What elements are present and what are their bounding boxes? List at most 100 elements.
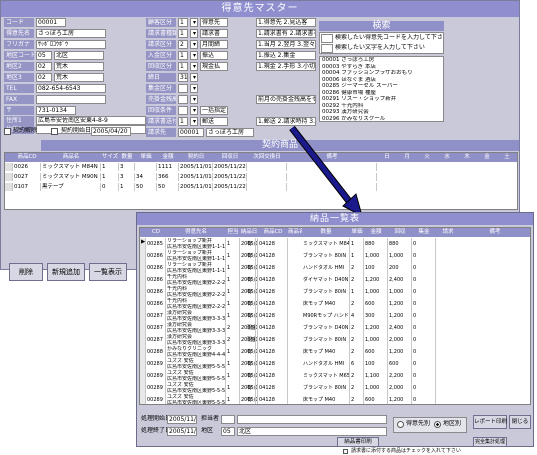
full-aggregate-button[interactable]: 完全集計処理 bbox=[473, 437, 507, 447]
field-value[interactable]: 082-654-6543 bbox=[36, 84, 106, 93]
grid-cell[interactable]: 1 bbox=[226, 250, 240, 262]
setting-name[interactable]: 得意先 bbox=[200, 18, 228, 27]
grid-cell[interactable]: 04128 bbox=[258, 310, 288, 322]
grid-cell[interactable]: 2 bbox=[350, 394, 364, 404]
grid-cell[interactable]: 0 bbox=[412, 334, 436, 346]
grid-cell[interactable]: 600 bbox=[364, 346, 388, 358]
grid-cell[interactable]: 100 bbox=[364, 358, 388, 370]
grid-cell[interactable]: 2 bbox=[350, 346, 364, 358]
area-name-input[interactable]: 北区 bbox=[237, 427, 387, 436]
grid-cell[interactable]: 2005/11/22 bbox=[213, 183, 247, 191]
grid-cell[interactable]: 2005/11/22 bbox=[213, 173, 247, 181]
grid-cell[interactable]: 00289 bbox=[146, 358, 166, 370]
field-value[interactable]: 広島市安佐南区安東4-8-9 bbox=[36, 116, 146, 125]
kind-cell[interactable]: 有 bbox=[246, 370, 256, 382]
grid-cell[interactable]: 1 bbox=[226, 394, 240, 404]
customer-address[interactable]: 広島市安佐南区東野5-5-5 bbox=[166, 400, 226, 404]
grid-cell[interactable]: 04128 bbox=[258, 394, 288, 404]
grid-cell[interactable]: 0 bbox=[412, 286, 436, 298]
grid-cell[interactable]: 04128 bbox=[258, 382, 288, 394]
grid-cell[interactable]: ハンドタオル HMI bbox=[302, 262, 350, 274]
grid-cell[interactable]: 1 bbox=[226, 346, 240, 358]
grid-cell[interactable]: 04128 bbox=[258, 370, 288, 382]
grid-cell[interactable]: 2 bbox=[226, 334, 240, 346]
field-value[interactable]: さっぽろ工房 bbox=[36, 29, 106, 38]
grid-cell[interactable]: 0 bbox=[412, 298, 436, 310]
grid-cell[interactable]: 00286 bbox=[146, 286, 166, 298]
setting-name[interactable]: 月間締 bbox=[200, 40, 228, 49]
grid-cell[interactable]: 04128 bbox=[258, 298, 288, 310]
grid-cell[interactable]: 880 bbox=[388, 238, 412, 250]
setting-code[interactable] bbox=[178, 106, 188, 115]
grid-cell[interactable]: 600 bbox=[388, 358, 412, 370]
grid-cell[interactable]: 1 bbox=[226, 274, 240, 286]
grid-cell[interactable]: 0107 bbox=[13, 183, 41, 191]
grid-cell[interactable] bbox=[247, 173, 287, 181]
grid-cell[interactable]: 1 bbox=[350, 286, 364, 298]
grid-cell[interactable]: 1,200 bbox=[364, 274, 388, 286]
grid-cell[interactable]: ブランマット 80iN bbox=[302, 382, 350, 394]
kind-cell[interactable]: 有 bbox=[246, 358, 256, 370]
grid-cell[interactable]: 2005/11/22 bbox=[213, 163, 247, 171]
grid-cell[interactable]: ブランマット D40N bbox=[302, 322, 350, 334]
grid-cell[interactable]: 1,000 bbox=[388, 286, 412, 298]
grid-cell[interactable] bbox=[287, 183, 377, 191]
grid-cell[interactable]: 0 bbox=[412, 274, 436, 286]
grid-cell[interactable]: 0 bbox=[412, 262, 436, 274]
close-button[interactable]: 閉じる bbox=[509, 415, 531, 429]
grid-cell[interactable]: ブランマット 80iN bbox=[302, 334, 350, 346]
grid-cell[interactable]: 1 bbox=[226, 262, 240, 274]
grid-cell[interactable]: 1,000 bbox=[364, 286, 388, 298]
grid-cell[interactable]: 600 bbox=[364, 394, 388, 404]
kind-cell[interactable]: 有 bbox=[246, 274, 256, 286]
grid-cell[interactable]: 04128 bbox=[258, 322, 288, 334]
kind-cell[interactable]: 有 bbox=[246, 250, 256, 262]
grid-cell[interactable]: 1 bbox=[101, 173, 119, 181]
grid-cell[interactable]: 2 bbox=[350, 274, 364, 286]
area-code-input[interactable]: 05 bbox=[221, 427, 235, 436]
grid-cell[interactable]: 04128 bbox=[258, 238, 288, 250]
radio-by-area[interactable] bbox=[434, 421, 441, 428]
grid-cell[interactable]: 04128 bbox=[258, 262, 288, 274]
grid-cell[interactable]: 200 bbox=[388, 262, 412, 274]
grid-cell[interactable]: 0026 bbox=[13, 163, 41, 171]
report-print-button[interactable]: レポート印刷 bbox=[473, 415, 507, 429]
grid-cell[interactable]: 04128 bbox=[258, 250, 288, 262]
dropdown-icon[interactable]: ▾ bbox=[190, 62, 198, 71]
grid-cell[interactable]: ミックスマット M84N bbox=[41, 163, 101, 171]
grid-cell[interactable]: 0 bbox=[412, 322, 436, 334]
grid-cell[interactable]: M90Rモップ ハンドル bbox=[302, 310, 350, 322]
contract-start-checkbox[interactable] bbox=[51, 128, 58, 135]
grid-cell[interactable]: 00286 bbox=[146, 262, 166, 274]
grid-cell[interactable]: 1 bbox=[226, 286, 240, 298]
grid-cell[interactable]: 黒テープ bbox=[41, 183, 101, 191]
grid-cell[interactable]: 1 bbox=[119, 183, 135, 191]
grid-cell[interactable]: 0 bbox=[412, 382, 436, 394]
dropdown-icon[interactable]: ▾ bbox=[190, 51, 198, 60]
kind-cell[interactable]: 有 bbox=[246, 394, 256, 404]
grid-cell[interactable]: 0 bbox=[412, 238, 436, 250]
grid-cell[interactable]: 1,000 bbox=[388, 250, 412, 262]
field-extra[interactable]: 荒木 bbox=[54, 73, 104, 82]
setting-name[interactable]: 振込 bbox=[200, 51, 228, 60]
grid-cell[interactable]: 1,200 bbox=[388, 298, 412, 310]
dropdown-icon[interactable]: ▾ bbox=[190, 84, 198, 93]
field-value[interactable] bbox=[36, 95, 106, 104]
staff-name-input[interactable] bbox=[237, 415, 387, 424]
grid-cell[interactable]: 00286 bbox=[146, 274, 166, 286]
field-extra[interactable]: 荒木 bbox=[54, 62, 104, 71]
search-code-input[interactable] bbox=[321, 34, 333, 43]
search-result-item[interactable]: 00296 かみなりスクール bbox=[320, 116, 443, 122]
grid-cell[interactable]: 2 bbox=[350, 262, 364, 274]
grid-cell[interactable]: 1,200 bbox=[388, 394, 412, 404]
grid-cell[interactable]: 00289 bbox=[146, 382, 166, 394]
grid-cell[interactable]: 1 bbox=[226, 358, 240, 370]
grid-cell[interactable]: 2,400 bbox=[388, 274, 412, 286]
grid-cell[interactable]: ミックスマット M90N bbox=[41, 173, 101, 181]
grid-cell[interactable]: 2,200 bbox=[388, 370, 412, 382]
grid-cell[interactable]: ブランマット 80iN bbox=[302, 250, 350, 262]
dropdown-icon[interactable]: ▾ bbox=[190, 106, 198, 115]
grid-cell[interactable]: 2 bbox=[350, 370, 364, 382]
grid-cell[interactable] bbox=[247, 183, 287, 191]
grid-cell[interactable]: 00287 bbox=[146, 322, 166, 334]
